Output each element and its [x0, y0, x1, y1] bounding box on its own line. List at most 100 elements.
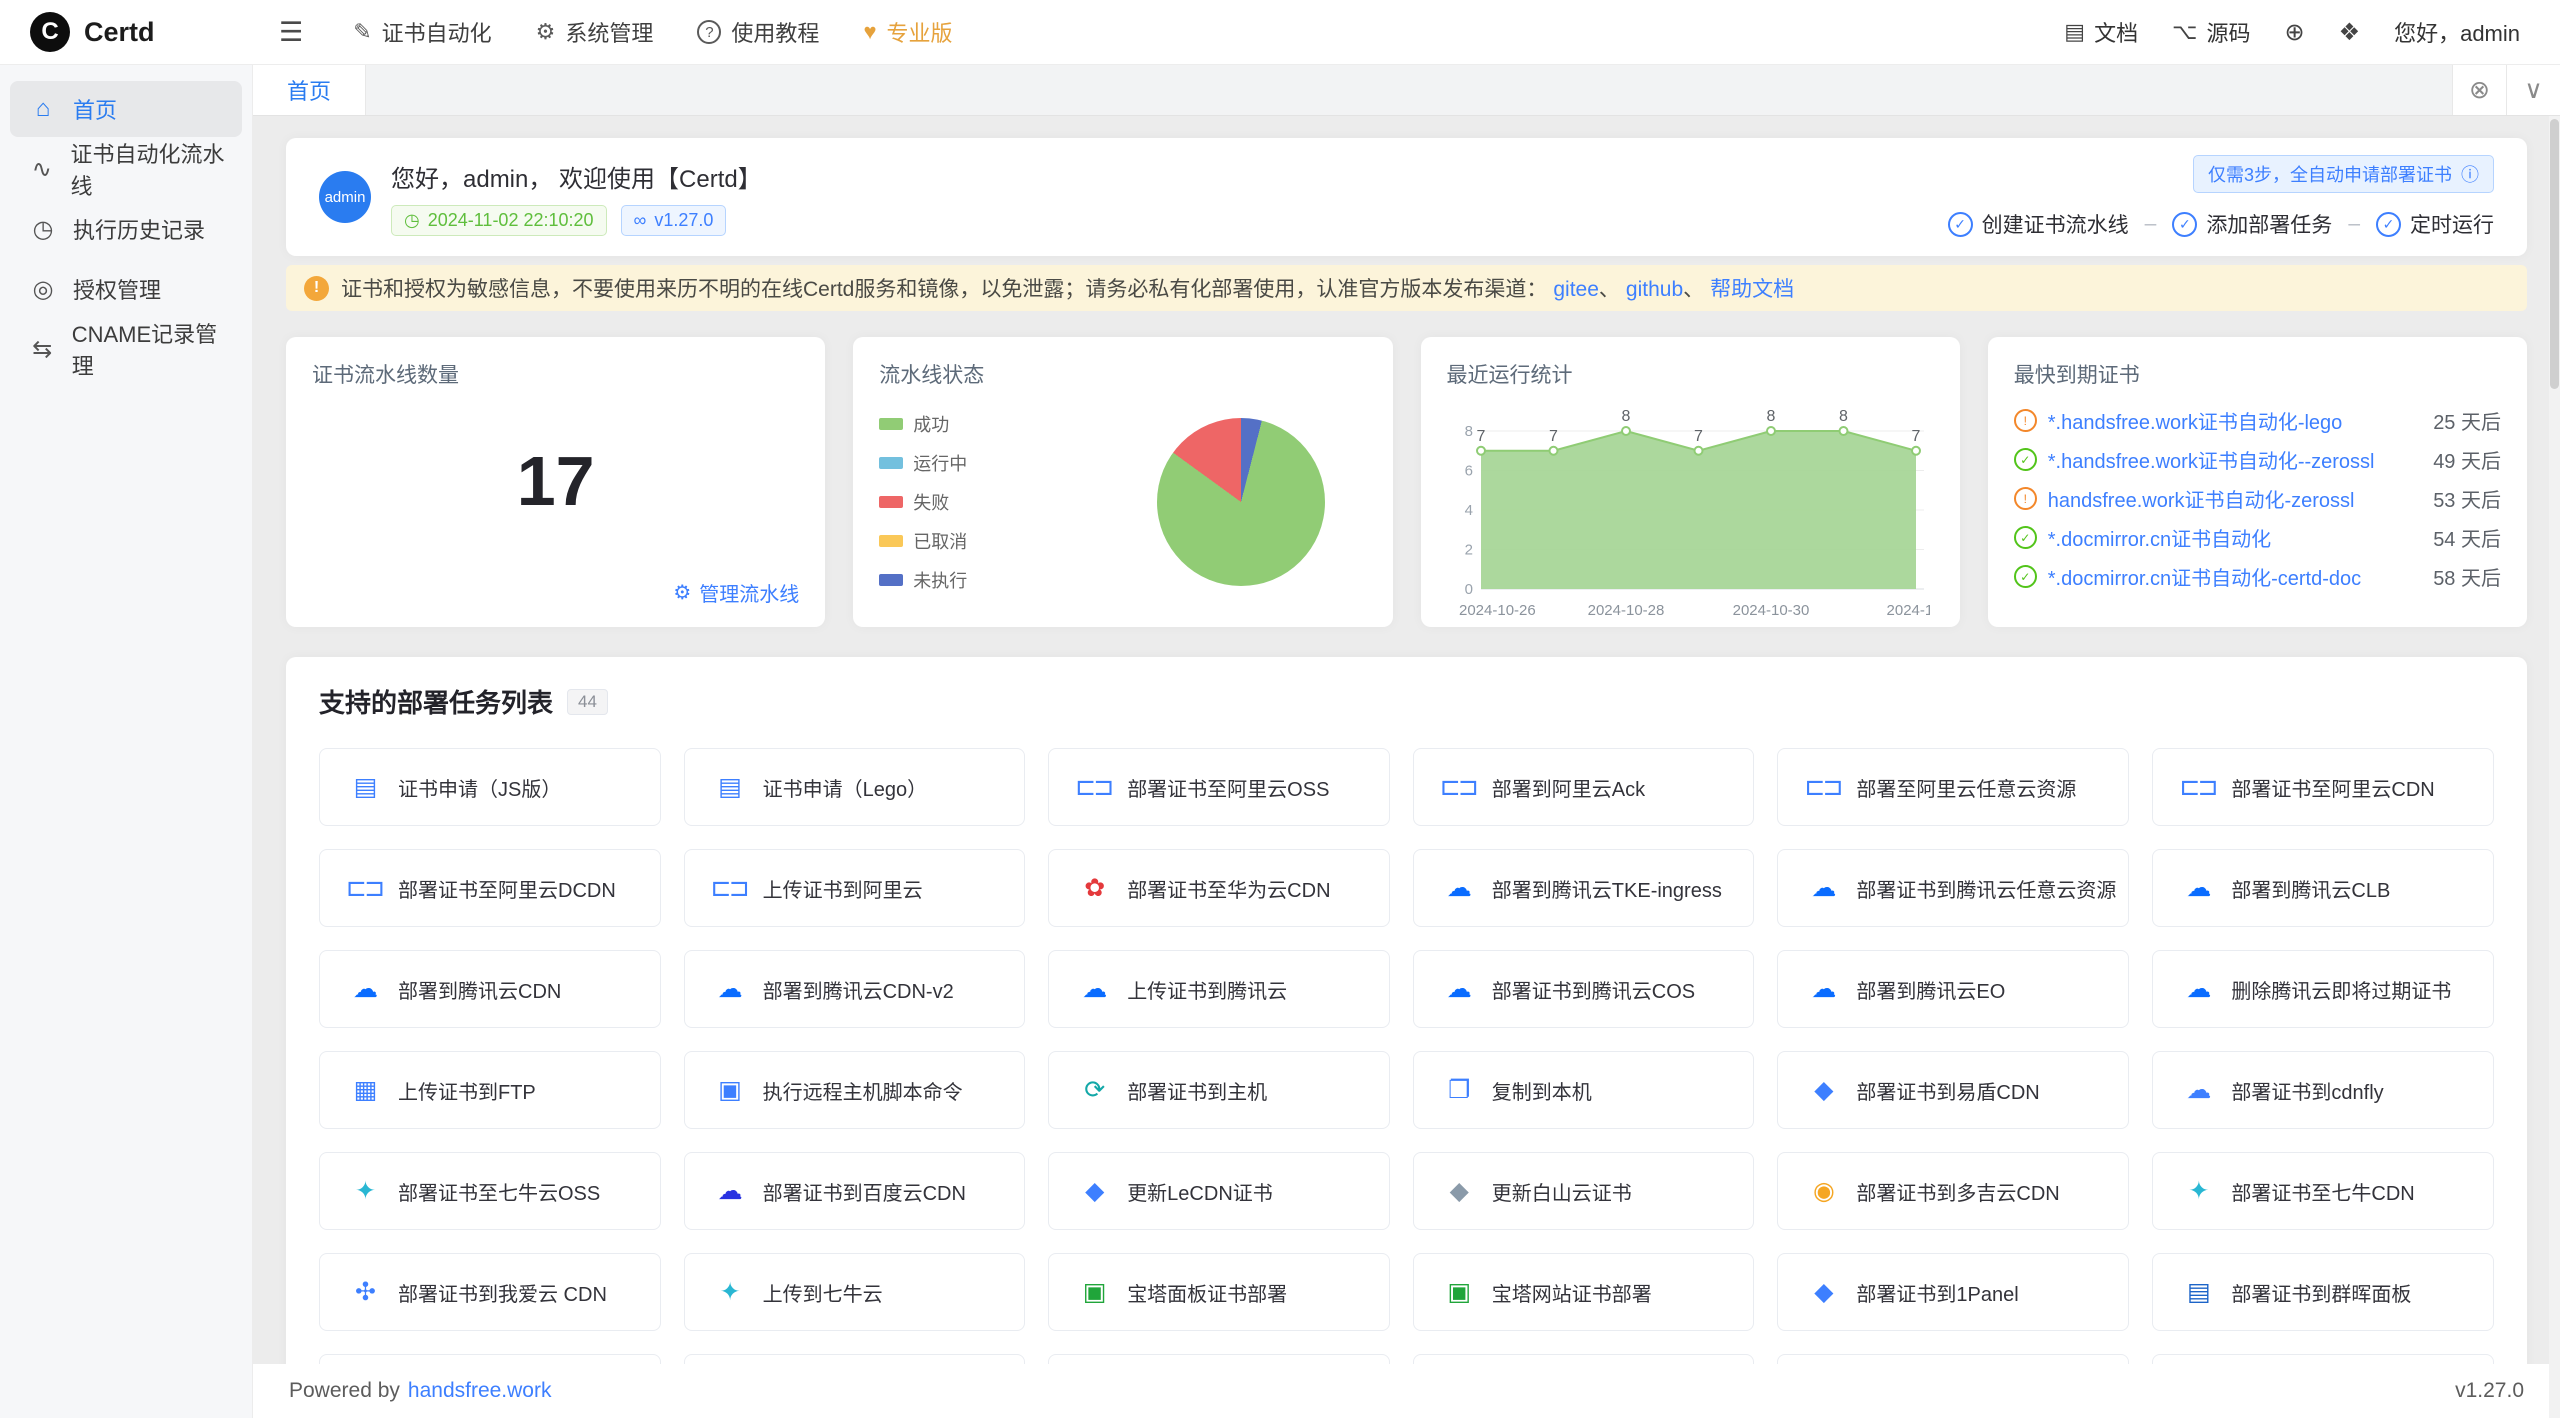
expiring-cert-row[interactable]: !handsfree.work证书自动化-zerossl53 天后: [2014, 479, 2501, 518]
task-card[interactable]: ✿部署证书至华为云CDN: [1048, 849, 1390, 927]
task-card[interactable]: ⊏⊐上传证书到阿里云: [684, 849, 1026, 927]
task-card[interactable]: ◆更新白山云证书: [1413, 1152, 1755, 1230]
clock-icon: ◷: [404, 210, 420, 231]
menu-cert-automation[interactable]: ✎证书自动化: [331, 0, 513, 65]
task-card[interactable]: ☁上传证书到腾讯云: [1048, 950, 1390, 1028]
sidebar-item-cname[interactable]: ⇆CNAME记录管理: [10, 321, 242, 377]
task-card[interactable]: ☁部署到腾讯云EO: [1777, 950, 2129, 1028]
task-card[interactable]: ⊏⊐部署证书至阿里云DCDN: [319, 849, 661, 927]
tencent-cloud-icon: ☁: [1804, 974, 1840, 1004]
brand[interactable]: C Certd: [0, 12, 253, 52]
task-card[interactable]: ◆更新LeCDN证书: [1048, 1152, 1390, 1230]
expiring-cert-row[interactable]: ✓*.docmirror.cn证书自动化-certd-doc58 天后: [2014, 557, 2501, 596]
task-card[interactable]: ☁部署到腾讯云TKE-ingress: [1413, 849, 1755, 927]
task-card[interactable]: ▣宝塔网站证书部署: [1413, 1253, 1755, 1331]
legend-item-2[interactable]: 运行中: [879, 450, 967, 476]
cert-name-link[interactable]: *.handsfree.work证书自动化-lego: [2048, 406, 2422, 435]
warning-circle-icon: !: [2014, 409, 2037, 432]
task-card[interactable]: ☁部署证书到腾讯云COS: [1413, 950, 1755, 1028]
cert-name-link[interactable]: *.docmirror.cn证书自动化: [2048, 523, 2422, 552]
user-greeting[interactable]: 您好，admin: [2394, 16, 2520, 48]
task-card-partial[interactable]: [1777, 1354, 2129, 1364]
task-card[interactable]: ⟳部署证书到主机: [1048, 1051, 1390, 1129]
task-card[interactable]: ⊏⊐部署证书至阿里云CDN: [2152, 748, 2494, 826]
task-card[interactable]: ☁部署到腾讯云CDN-v2: [684, 950, 1026, 1028]
task-card[interactable]: ☁部署证书到cdnfly: [2152, 1051, 2494, 1129]
task-card[interactable]: ◆部署证书到易盾CDN: [1777, 1051, 2129, 1129]
check-circle-icon: ✓: [2376, 212, 2401, 237]
task-card[interactable]: ⊏⊐部署到阿里云Ack: [1413, 748, 1755, 826]
expiring-certs-title: 最快到期证书: [2014, 359, 2501, 389]
sidebar-item-pipelines[interactable]: ∿证书自动化流水线: [10, 141, 242, 197]
task-card[interactable]: ⊏⊐部署至阿里云任意云资源: [1777, 748, 2129, 826]
task-card[interactable]: ☁部署证书到腾讯云任意云资源: [1777, 849, 2129, 927]
pipeline-count-card: 证书流水线数量 17 ⚙ 管理流水线: [286, 337, 825, 627]
sidebar-collapse-icon[interactable]: ☰: [279, 17, 303, 48]
task-card-partial[interactable]: [684, 1354, 1026, 1364]
docs-link[interactable]: ▤ 文档: [2064, 16, 2138, 48]
task-card[interactable]: ▣宝塔面板证书部署: [1048, 1253, 1390, 1331]
task-card[interactable]: ✦部署证书至七牛云OSS: [319, 1152, 661, 1230]
appearance-icon[interactable]: ❖: [2339, 18, 2361, 47]
tab-home[interactable]: 首页: [253, 65, 366, 115]
task-card-partial[interactable]: [1413, 1354, 1755, 1364]
language-globe-icon[interactable]: ⊕: [2284, 18, 2304, 47]
task-card[interactable]: ⊏⊐部署证书至阿里云OSS: [1048, 748, 1390, 826]
avatar[interactable]: admin: [319, 171, 371, 223]
task-label: 部署证书到多吉云CDN: [1856, 1177, 2059, 1206]
handsfree-link[interactable]: handsfree.work: [408, 1379, 552, 1402]
sidebar-item-auth[interactable]: ◎授权管理: [10, 261, 242, 317]
welcome-text: 您好，admin， 欢迎使用【Certd】 ◷ 2024-11-02 22:10…: [391, 159, 762, 236]
task-card[interactable]: ✦上传到七牛云: [684, 1253, 1026, 1331]
task-card[interactable]: ◉部署证书到多吉云CDN: [1777, 1152, 2129, 1230]
task-card[interactable]: ✣部署证书到我爱云 CDN: [319, 1253, 661, 1331]
legend-item-5[interactable]: 未执行: [879, 567, 967, 593]
legend-item-3[interactable]: 失败: [879, 489, 967, 515]
task-card[interactable]: ☁删除腾讯云即将过期证书: [2152, 950, 2494, 1028]
welcome-badges: ◷ 2024-11-02 22:10:20 ∞ v1.27.0: [391, 205, 762, 236]
menu-vip[interactable]: ♥专业版: [841, 0, 974, 65]
notice-link-帮助文档[interactable]: 帮助文档: [1710, 278, 1794, 301]
legend-item-1[interactable]: 成功: [879, 411, 967, 437]
task-card[interactable]: ✦部署证书至七牛CDN: [2152, 1152, 2494, 1230]
svg-text:7: 7: [1549, 428, 1558, 445]
sidebar-item-history[interactable]: ◷执行历史记录: [10, 201, 242, 257]
cert-name-link[interactable]: *.handsfree.work证书自动化--zerossl: [2048, 445, 2422, 474]
tab-close-icon[interactable]: ⊗: [2452, 65, 2506, 115]
task-card[interactable]: ☁部署到腾讯云CLB: [2152, 849, 2494, 927]
task-card-partial[interactable]: [1048, 1354, 1390, 1364]
promo-badge[interactable]: 仅需3步，全自动申请部署证书 ⓘ: [2193, 155, 2494, 193]
task-card[interactable]: ▤证书申请（Lego）: [684, 748, 1026, 826]
task-card[interactable]: ▤部署证书到群晖面板: [2152, 1253, 2494, 1331]
scrollbar-thumb[interactable]: [2550, 119, 2559, 389]
task-card[interactable]: ▣执行远程主机脚本命令: [684, 1051, 1026, 1129]
source-link[interactable]: ⌥ 源码: [2172, 16, 2250, 48]
task-card-partial[interactable]: [319, 1354, 661, 1364]
expiring-cert-row[interactable]: ✓*.handsfree.work证书自动化--zerossl49 天后: [2014, 440, 2501, 479]
gear-icon: ⚙: [536, 19, 556, 45]
pipeline-status-body: 成功运行中失败已取消未执行: [879, 411, 1366, 593]
task-card[interactable]: ▦上传证书到FTP: [319, 1051, 661, 1129]
menu-tutorial[interactable]: ?使用教程: [675, 0, 841, 65]
task-card[interactable]: ☁部署到腾讯云CDN: [319, 950, 661, 1028]
version-badge[interactable]: ∞ v1.27.0: [621, 205, 727, 236]
notice-link-github[interactable]: github: [1626, 278, 1683, 301]
notice-link-gitee[interactable]: gitee: [1553, 278, 1599, 301]
legend-item-4[interactable]: 已取消: [879, 528, 967, 554]
cert-name-link[interactable]: handsfree.work证书自动化-zerossl: [2048, 484, 2422, 513]
task-card[interactable]: ❐复制到本机: [1413, 1051, 1755, 1129]
sidebar-item-home[interactable]: ⌂首页: [10, 81, 242, 137]
task-card[interactable]: ◆部署证书到1Panel: [1777, 1253, 2129, 1331]
scrollbar[interactable]: [2549, 116, 2560, 1418]
tab-dropdown-icon[interactable]: ∨: [2506, 65, 2560, 115]
manage-pipelines-link[interactable]: ⚙ 管理流水线: [673, 578, 799, 607]
expiring-cert-row[interactable]: !*.handsfree.work证书自动化-lego25 天后: [2014, 401, 2501, 440]
menu-system[interactable]: ⚙系统管理: [514, 0, 676, 65]
task-label: 部署到腾讯云CLB: [2231, 874, 2390, 903]
cert-name-link[interactable]: *.docmirror.cn证书自动化-certd-doc: [2048, 562, 2422, 591]
cname-link-icon: ⇆: [28, 335, 57, 364]
task-card[interactable]: ▤证书申请（JS版）: [319, 748, 661, 826]
task-card-partial[interactable]: [2152, 1354, 2494, 1364]
expiring-cert-row[interactable]: ✓*.docmirror.cn证书自动化54 天后: [2014, 518, 2501, 557]
task-card[interactable]: ☁部署证书到百度云CDN: [684, 1152, 1026, 1230]
